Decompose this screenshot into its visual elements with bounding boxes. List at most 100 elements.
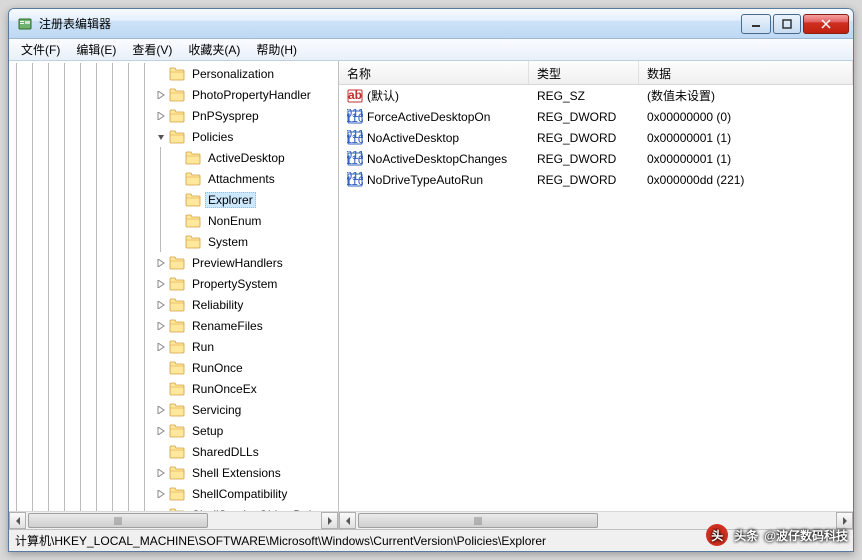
tree-node[interactable]: Setup [9,420,338,441]
collapse-icon[interactable] [155,131,167,143]
tree-node-label: Policies [189,129,236,145]
tree-node[interactable]: Attachments [9,168,338,189]
tree-view[interactable]: PersonalizationPhotoPropertyHandlerPnPSy… [9,61,338,511]
tree-node[interactable]: PhotoPropertyHandler [9,84,338,105]
col-header-name[interactable]: 名称 [339,61,529,84]
expand-icon[interactable] [155,404,167,416]
tree-node[interactable]: Shell Extensions [9,462,338,483]
value-type: REG_DWORD [529,173,639,187]
folder-icon [169,424,185,438]
tree-node-label: ActiveDesktop [205,150,288,166]
svg-text:110: 110 [347,111,363,125]
expand-icon[interactable] [155,110,167,122]
tree-node-label: Servicing [189,402,244,418]
tree-node[interactable]: ActiveDesktop [9,147,338,168]
folder-icon [169,109,185,123]
tree-hscroll[interactable] [9,511,338,529]
tree-node-label: PreviewHandlers [189,255,286,271]
reg-string-icon: ab [347,88,363,104]
folder-icon [169,130,185,144]
tree-node-label: Setup [189,423,226,439]
tree-node[interactable]: RenameFiles [9,315,338,336]
menu-view[interactable]: 查看(V) [124,39,180,60]
tree-node[interactable]: PnPSysprep [9,105,338,126]
value-type: REG_DWORD [529,152,639,166]
value-data: 0x00000001 (1) [639,131,853,145]
tree-node-label: NonEnum [205,213,264,229]
list-row[interactable]: ab(默认)REG_SZ(数值未设置) [339,85,853,106]
tree-node[interactable]: PropertySystem [9,273,338,294]
scroll-left-button[interactable] [9,512,26,529]
expand-icon[interactable] [155,467,167,479]
folder-icon [169,403,185,417]
tree-node[interactable]: Policies [9,126,338,147]
close-button[interactable] [803,14,849,34]
reg-binary-icon: 011110 [347,151,363,167]
list-header[interactable]: 名称 类型 数据 [339,61,853,85]
expander-placeholder [171,215,183,227]
list-hscroll[interactable] [339,511,853,529]
expander-placeholder [171,152,183,164]
value-name: ForceActiveDesktopOn [367,110,490,124]
scroll-left-button[interactable] [339,512,356,529]
tree-node[interactable]: Personalization [9,63,338,84]
folder-icon [169,382,185,396]
expand-icon[interactable] [155,299,167,311]
tree-node[interactable]: Explorer [9,189,338,210]
menu-edit[interactable]: 编辑(E) [68,39,124,60]
list-row[interactable]: 011110ForceActiveDesktopOnREG_DWORD0x000… [339,106,853,127]
list-row[interactable]: 011110NoActiveDesktopREG_DWORD0x00000001… [339,127,853,148]
expand-icon[interactable] [155,89,167,101]
list-row[interactable]: 011110NoActiveDesktopChangesREG_DWORD0x0… [339,148,853,169]
tree-node-label: ShellCompatibility [189,486,290,502]
expand-icon[interactable] [155,341,167,353]
folder-icon [169,319,185,333]
folder-icon [169,487,185,501]
tree-node[interactable]: RunOnce [9,357,338,378]
expand-icon[interactable] [155,425,167,437]
expand-icon[interactable] [155,278,167,290]
folder-icon [185,151,201,165]
tree-node-label: RenameFiles [189,318,266,334]
reg-binary-icon: 011110 [347,130,363,146]
folder-icon [169,277,185,291]
value-name: NoActiveDesktopChanges [367,152,507,166]
svg-text:110: 110 [347,132,363,146]
col-header-type[interactable]: 类型 [529,61,639,84]
tree-node[interactable]: Servicing [9,399,338,420]
list-row[interactable]: 011110NoDriveTypeAutoRunREG_DWORD0x00000… [339,169,853,190]
expand-icon[interactable] [155,257,167,269]
statusbar: 计算机\HKEY_LOCAL_MACHINE\SOFTWARE\Microsof… [9,529,853,551]
tree-node-label: SharedDLLs [189,444,262,460]
tree-node[interactable]: RunOnceEx [9,378,338,399]
menubar: 文件(F) 编辑(E) 查看(V) 收藏夹(A) 帮助(H) [9,39,853,61]
menu-favorites[interactable]: 收藏夹(A) [180,39,248,60]
tree-node[interactable]: PreviewHandlers [9,252,338,273]
tree-node[interactable]: Reliability [9,294,338,315]
tree-node[interactable]: ShellServiceObjectDelay [9,504,338,511]
minimize-button[interactable] [741,14,771,34]
scroll-right-button[interactable] [321,512,338,529]
tree-node-label: Reliability [189,297,246,313]
expander-placeholder [171,173,183,185]
tree-node[interactable]: NonEnum [9,210,338,231]
titlebar[interactable]: 注册表编辑器 [9,9,853,39]
value-data: 0x000000dd (221) [639,173,853,187]
tree-node[interactable]: SharedDLLs [9,441,338,462]
expand-icon[interactable] [155,488,167,500]
folder-icon [169,466,185,480]
folder-icon [169,88,185,102]
scroll-right-button[interactable] [836,512,853,529]
menu-help[interactable]: 帮助(H) [248,39,305,60]
folder-icon [185,214,201,228]
folder-icon [185,172,201,186]
expand-icon[interactable] [155,320,167,332]
tree-node[interactable]: System [9,231,338,252]
menu-file[interactable]: 文件(F) [13,39,68,60]
col-header-data[interactable]: 数据 [639,61,853,84]
tree-node[interactable]: ShellCompatibility [9,483,338,504]
list-view[interactable]: ab(默认)REG_SZ(数值未设置) 011110 ForceActiveDesk… [339,85,853,511]
maximize-button[interactable] [773,14,801,34]
tree-node[interactable]: Run [9,336,338,357]
value-name: NoDriveTypeAutoRun [367,173,483,187]
